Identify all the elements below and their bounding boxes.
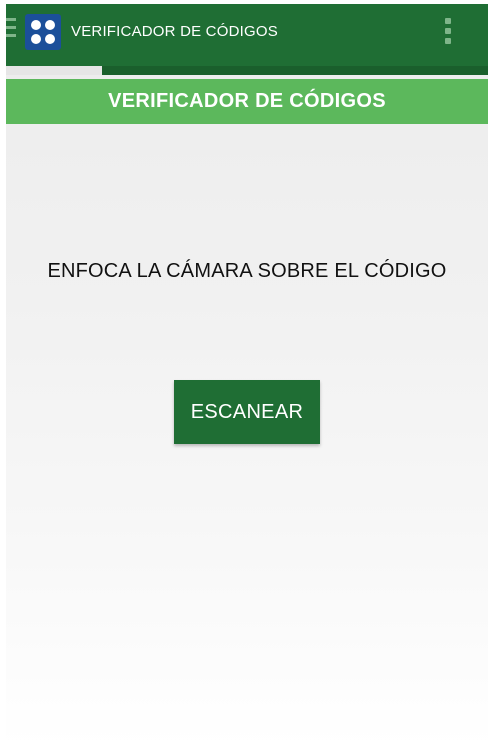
progress-fill <box>6 66 103 75</box>
screenshot-frame: VERIFICADOR DE CÓDIGOS VERIFICADOR DE CÓ… <box>0 0 497 751</box>
hamburger-menu-icon[interactable] <box>6 18 16 40</box>
instruction-text: ENFOCA LA CÁMARA SOBRE EL CÓDIGO <box>47 260 447 282</box>
app-bar: VERIFICADOR DE CÓDIGOS <box>6 4 488 66</box>
app-logo-icon <box>25 14 61 50</box>
scan-button[interactable]: ESCANEAR <box>174 380 320 444</box>
app-bar-title: VERIFICADOR DE CÓDIGOS <box>71 23 278 40</box>
progress-bar <box>6 66 488 75</box>
section-header: VERIFICADOR DE CÓDIGOS <box>6 79 488 124</box>
more-vert-icon[interactable] <box>444 18 452 48</box>
app-screen: VERIFICADOR DE CÓDIGOS VERIFICADOR DE CÓ… <box>6 4 488 747</box>
